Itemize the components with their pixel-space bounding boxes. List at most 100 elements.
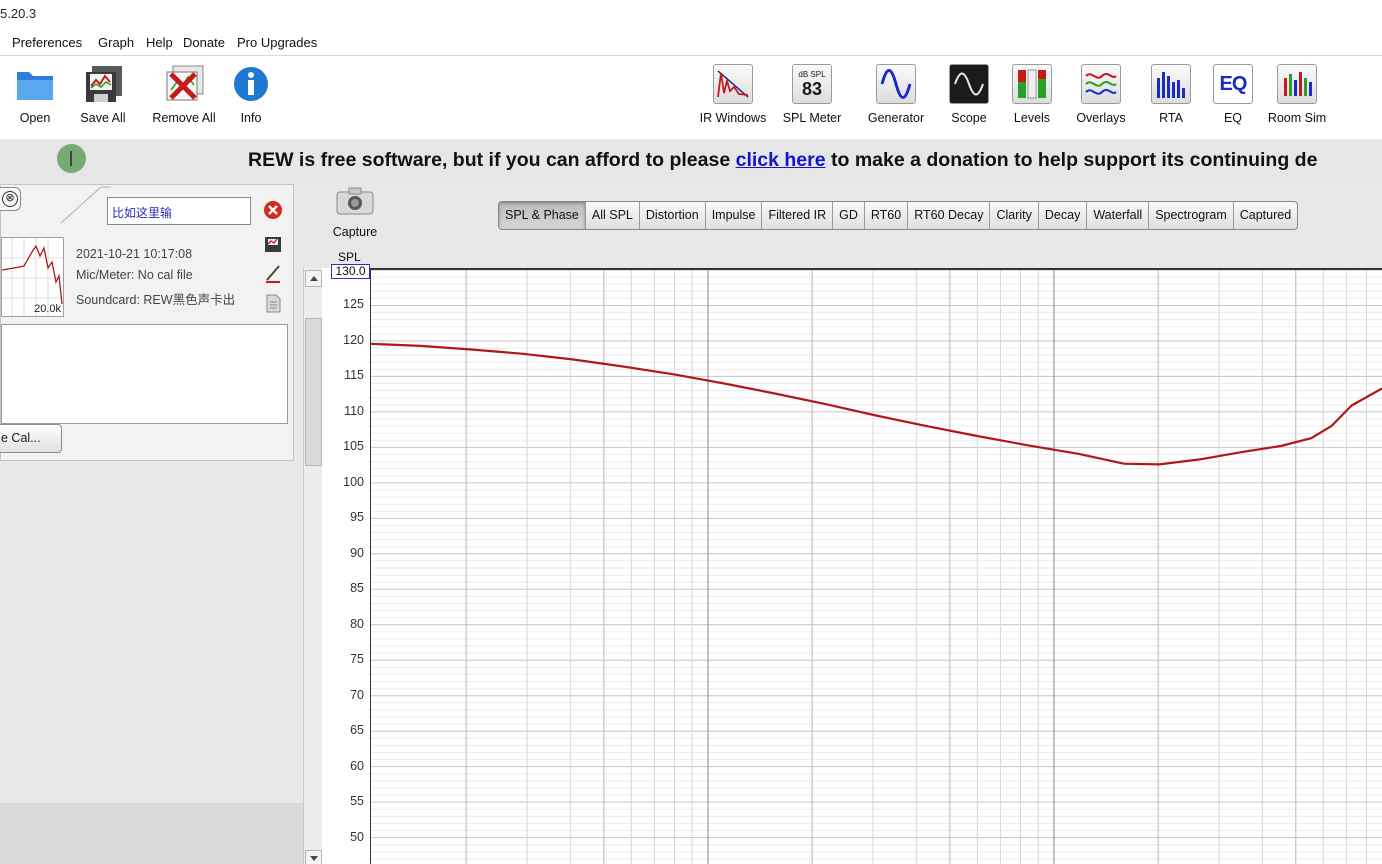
- y-tick-label: 100: [343, 474, 364, 489]
- measurements-panel: ⊗ 比如这里输 20.0k 2021-10-21 10:17:08 Mic/Me…: [0, 181, 322, 864]
- spl-meter-icon: dB SPL 83: [792, 64, 832, 104]
- room-sim-icon: [1277, 64, 1317, 104]
- rta-label: RTA: [1159, 111, 1183, 125]
- measurement-card: ⊗ 比如这里输 20.0k 2021-10-21 10:17:08 Mic/Me…: [0, 184, 294, 461]
- scope-label: Scope: [951, 111, 987, 125]
- donation-banner: REW is free software, but if you can aff…: [0, 139, 1382, 181]
- save-all-button[interactable]: Save All: [78, 63, 128, 125]
- tab-captured[interactable]: Captured: [1234, 202, 1297, 229]
- spl-graph[interactable]: [369, 268, 1382, 864]
- scope-button[interactable]: Scope: [948, 63, 990, 125]
- eq-button[interactable]: EQ EQ: [1212, 63, 1254, 125]
- menu-help[interactable]: Help: [146, 35, 173, 50]
- tab-distortion[interactable]: Distortion: [640, 202, 706, 229]
- menu-graph[interactable]: Graph: [98, 35, 134, 50]
- ir-windows-label: IR Windows: [699, 111, 767, 125]
- y-tick-label: 125: [343, 297, 364, 312]
- levels-label: Levels: [1013, 111, 1051, 125]
- remove-all-label: Remove All: [152, 111, 216, 125]
- overlays-label: Overlays: [1076, 111, 1126, 125]
- capture-button[interactable]: Capture: [330, 186, 380, 239]
- donation-text: REW is free software, but if you can aff…: [248, 149, 1317, 172]
- remove-measurement-icon[interactable]: [263, 200, 283, 220]
- y-tick-label: 105: [343, 439, 364, 454]
- donation-link[interactable]: click here: [736, 149, 826, 171]
- y-axis-title: SPL: [338, 250, 361, 264]
- scroll-up-arrow-icon[interactable]: [305, 270, 322, 287]
- y-axis-scrollbar[interactable]: [303, 268, 322, 864]
- tab-gd[interactable]: GD: [833, 202, 865, 229]
- close-circle-icon: ⊗: [2, 191, 18, 207]
- menu-pro-upgrades[interactable]: Pro Upgrades: [237, 35, 317, 50]
- save-measurement-icon[interactable]: [263, 234, 283, 254]
- spl-graph-canvas: [369, 268, 1382, 864]
- open-button[interactable]: Open: [14, 63, 56, 125]
- y-tick-label: 120: [343, 332, 364, 347]
- measurement-thumbnail[interactable]: 20.0k: [1, 237, 64, 317]
- levels-button[interactable]: Levels: [1010, 63, 1054, 125]
- measurement-soundcard: Soundcard: REW黑色声卡出: [76, 293, 236, 307]
- info-icon: [230, 63, 272, 105]
- tab-filtered-ir[interactable]: Filtered IR: [762, 202, 834, 229]
- mouse-cursor-indicator: [57, 144, 86, 173]
- info-label: Info: [240, 111, 262, 125]
- panel-lower-area: [0, 803, 304, 864]
- generator-icon: [876, 64, 916, 104]
- menu-donate[interactable]: Donate: [183, 35, 225, 50]
- room-sim-button[interactable]: Room Sim: [1265, 63, 1329, 125]
- measurement-notes-box[interactable]: [1, 324, 288, 424]
- open-label: Open: [19, 111, 51, 125]
- measurement-name-input[interactable]: 比如这里输: [107, 197, 251, 225]
- window-title: 5.20.3: [0, 6, 37, 21]
- y-tick-label: 70: [350, 687, 364, 702]
- y-tick-label: 75: [350, 652, 364, 667]
- cal-file-button[interactable]: e Cal...: [0, 424, 62, 453]
- donation-text-after: to make a donation to help support its c…: [825, 149, 1318, 171]
- measurement-mic: Mic/Meter: No cal file: [76, 268, 193, 282]
- title-bar: 5.20.3: [0, 0, 1382, 30]
- y-tick-label: 60: [350, 758, 364, 773]
- measurement-date: 2021-10-21 10:17:08: [76, 247, 193, 261]
- save-all-label: Save All: [80, 111, 126, 125]
- capture-label: Capture: [332, 225, 378, 239]
- edit-measurement-icon[interactable]: [263, 263, 283, 283]
- eq-label: EQ: [1223, 111, 1243, 125]
- spl-meter-label: SPL Meter: [782, 111, 842, 125]
- tab-rt60-decay[interactable]: RT60 Decay: [908, 202, 991, 229]
- info-button[interactable]: Info: [231, 63, 271, 125]
- y-tick-label: 95: [350, 510, 364, 525]
- remove-all-button[interactable]: Remove All: [150, 63, 218, 125]
- tab-decay[interactable]: Decay: [1039, 202, 1088, 229]
- scroll-thumb[interactable]: [305, 318, 322, 466]
- remove-all-icon: [163, 63, 205, 105]
- rta-button[interactable]: RTA: [1150, 63, 1192, 125]
- notes-icon[interactable]: [263, 293, 283, 313]
- y-tick-label: 85: [350, 581, 364, 596]
- tab-edge-decoration: [61, 186, 111, 224]
- tab-spl-phase[interactable]: SPL & Phase: [499, 202, 586, 229]
- y-tick-label: 50: [350, 829, 364, 844]
- eq-icon: EQ: [1213, 64, 1253, 104]
- overlays-button[interactable]: Overlays: [1072, 63, 1130, 125]
- spl-meter-button[interactable]: dB SPL 83 SPL Meter: [780, 63, 844, 125]
- ir-windows-button[interactable]: IR Windows: [696, 63, 770, 125]
- save-all-icon: [82, 63, 124, 105]
- camera-icon: [336, 186, 374, 221]
- generator-label: Generator: [867, 111, 925, 125]
- overlays-icon: [1081, 64, 1121, 104]
- menu-bar: Preferences Graph Help Donate Pro Upgrad…: [0, 30, 1382, 56]
- spl-meter-badge-unit: dB SPL: [798, 69, 826, 79]
- thumbnail-freq-label: 20.0k: [34, 303, 61, 315]
- close-measurement-button[interactable]: ⊗: [0, 187, 21, 211]
- graph-tabs: SPL & Phase All SPL Distortion Impulse F…: [498, 201, 1299, 230]
- tab-impulse[interactable]: Impulse: [706, 202, 763, 229]
- generator-button[interactable]: Generator: [864, 63, 928, 125]
- tab-spectrogram[interactable]: Spectrogram: [1149, 202, 1234, 229]
- tab-waterfall[interactable]: Waterfall: [1087, 202, 1150, 229]
- tab-rt60[interactable]: RT60: [865, 202, 909, 229]
- tab-clarity[interactable]: Clarity: [990, 202, 1039, 229]
- menu-preferences[interactable]: Preferences: [12, 35, 82, 50]
- scroll-down-arrow-icon[interactable]: [305, 850, 322, 864]
- rew-window: 5.20.3 Preferences Graph Help Donate Pro…: [0, 0, 1382, 864]
- tab-all-spl[interactable]: All SPL: [586, 202, 640, 229]
